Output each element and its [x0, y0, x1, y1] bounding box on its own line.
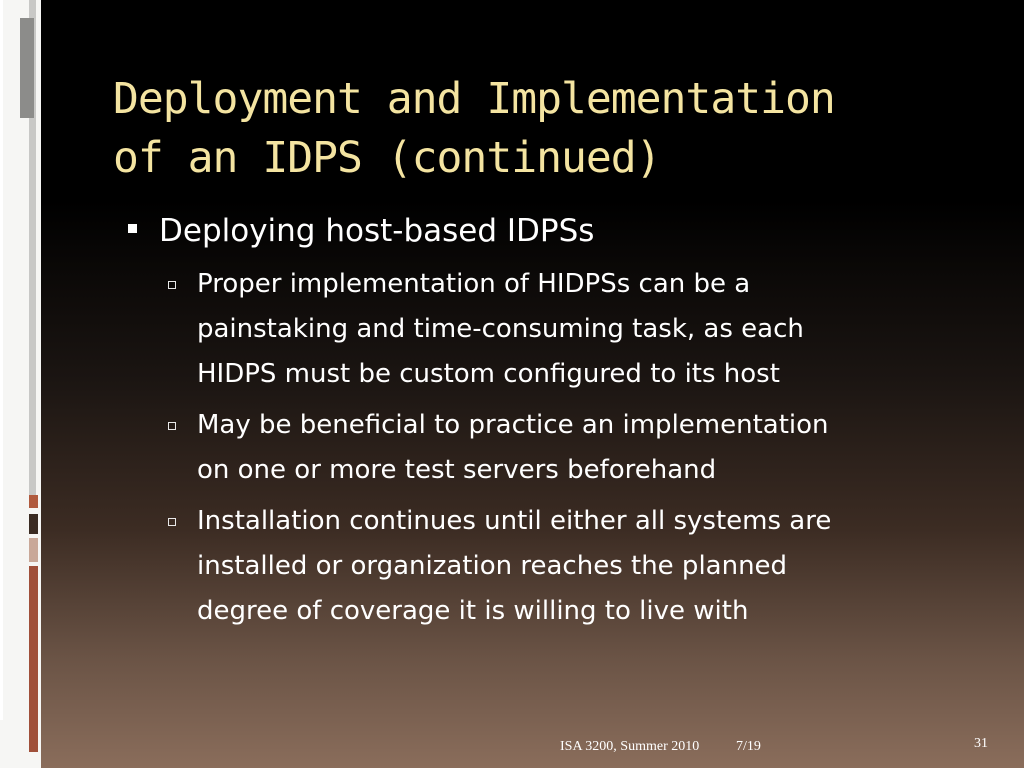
sub-bullet-line: May be beneficial to practice an impleme… [197, 410, 829, 440]
deco-line-white [0, 0, 3, 720]
hollow-square-bullet-icon [168, 518, 176, 526]
deco-grey-block [20, 18, 34, 118]
title-line-1: Deployment and Implementation [113, 74, 836, 124]
square-bullet-icon [128, 224, 137, 233]
sub-bullet-item: Proper implementation of HIDPSs can be a… [166, 262, 968, 397]
footer-date: 7/19 [736, 739, 761, 754]
bullet-text: Deploying host-based IDPSs [159, 213, 595, 249]
hollow-square-bullet-icon [168, 281, 176, 289]
sub-bullet-line: Proper implementation of HIDPSs can be a [197, 269, 751, 299]
deco-accent-stripe [29, 566, 38, 752]
hollow-square-bullet-icon [168, 422, 176, 430]
deco-dark-block [29, 514, 38, 534]
slide-title: Deployment and Implementation of an IDPS… [113, 70, 993, 188]
sub-bullet-item: May be beneficial to practice an impleme… [166, 403, 968, 493]
bullet-item: Deploying host-based IDPSs [128, 208, 968, 254]
deco-pink-block [29, 538, 38, 562]
sub-bullet-line: Installation continues until either all … [197, 506, 832, 536]
left-decorative-bar [0, 0, 41, 768]
slide-number: 31 [974, 736, 988, 751]
title-line-2: of an IDPS (continued) [113, 133, 662, 183]
sub-bullet-line: on one or more test servers beforehand [197, 455, 717, 485]
sub-bullet-line: HIDPS must be custom configured to its h… [197, 359, 780, 389]
footer-course: ISA 3200, Summer 2010 [560, 739, 700, 754]
sub-bullet-item: Installation continues until either all … [166, 499, 968, 634]
slide-content: Deploying host-based IDPSs Proper implem… [128, 208, 968, 640]
deco-accent-small [29, 495, 38, 508]
sub-bullet-list: Proper implementation of HIDPSs can be a… [128, 262, 968, 634]
sub-bullet-line: degree of coverage it is willing to live… [197, 596, 749, 626]
sub-bullet-line: installed or organization reaches the pl… [197, 551, 788, 581]
slide: Deployment and Implementation of an IDPS… [0, 0, 1024, 768]
sub-bullet-line: painstaking and time-consuming task, as … [197, 314, 804, 344]
